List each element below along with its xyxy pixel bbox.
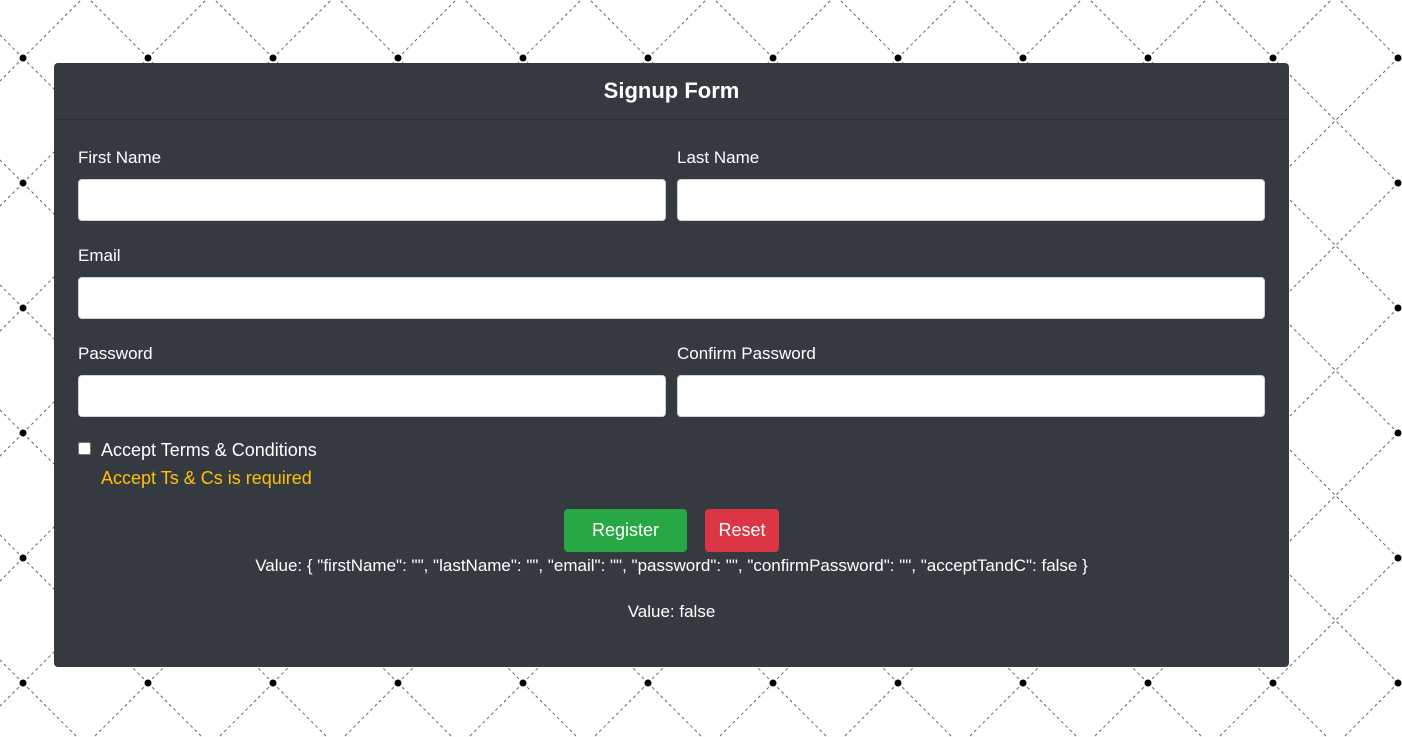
last-name-label: Last Name	[677, 148, 760, 167]
last-name-input[interactable]	[677, 179, 1265, 221]
signup-card: Signup Form First Name Last Name Email P…	[54, 63, 1289, 667]
accept-terms-label[interactable]: Accept Terms & Conditions	[101, 440, 317, 461]
register-button[interactable]: Register	[564, 509, 687, 552]
accept-terms-checkbox[interactable]	[78, 442, 91, 455]
confirm-password-input[interactable]	[677, 375, 1265, 417]
form-title: Signup Form	[603, 78, 740, 103]
first-name-input[interactable]	[78, 179, 666, 221]
terms-error-message: Accept Ts & Cs is required	[101, 468, 312, 488]
form-valid-value: Value: false	[627, 602, 716, 621]
email-input[interactable]	[78, 277, 1265, 319]
password-input[interactable]	[78, 375, 666, 417]
password-label: Password	[78, 344, 153, 363]
form-value-json: Value: { "firstName": "", "lastName": ""…	[255, 556, 1088, 575]
card-header: Signup Form	[54, 63, 1289, 120]
first-name-label: First Name	[78, 148, 162, 167]
email-label: Email	[78, 246, 121, 265]
confirm-password-label: Confirm Password	[677, 344, 816, 363]
reset-button[interactable]: Reset	[705, 509, 779, 552]
